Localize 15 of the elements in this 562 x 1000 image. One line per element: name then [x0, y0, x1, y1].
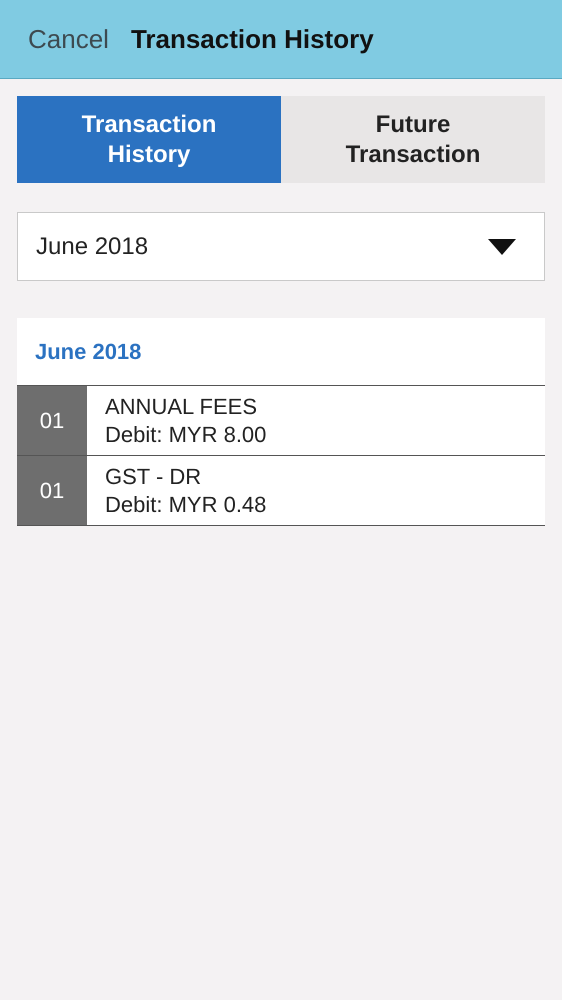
transaction-amount: Debit: MYR 0.48	[105, 490, 266, 518]
cancel-button[interactable]: Cancel	[28, 20, 109, 58]
transaction-row[interactable]: 01 ANNUAL FEES Debit: MYR 8.00	[17, 386, 545, 456]
section-title: June 2018	[35, 338, 142, 366]
tab[interactable]: Future Transaction	[281, 96, 545, 183]
transaction-description: ANNUAL FEES	[105, 392, 258, 420]
tab[interactable]: Transaction History	[17, 96, 281, 183]
transaction-row[interactable]: 01 GST - DR Debit: MYR 0.48	[17, 456, 545, 526]
transaction-amount: Debit: MYR 8.00	[105, 420, 266, 448]
screen-title: Transaction History	[130, 22, 374, 56]
day-cell: 01	[17, 386, 87, 455]
caret-icon	[488, 238, 516, 254]
transaction-description: GST - DR	[105, 462, 202, 490]
day-cell: 01	[17, 456, 87, 525]
month-dropdown[interactable]: June 2018	[17, 212, 545, 281]
